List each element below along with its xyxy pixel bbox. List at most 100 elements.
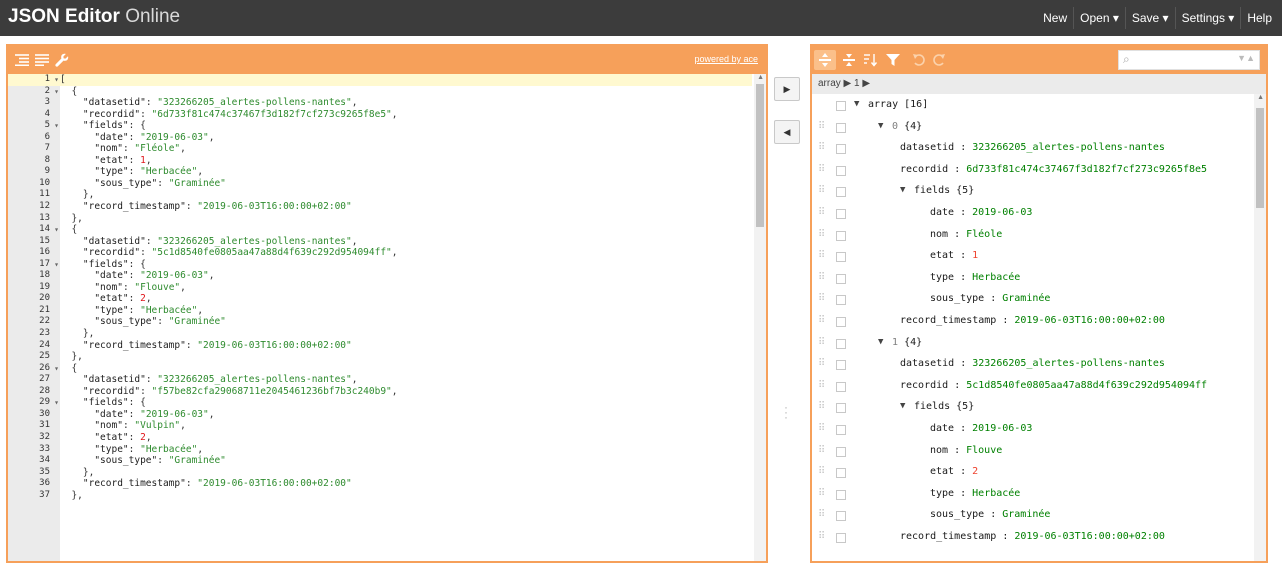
- node-value[interactable]: Graminée: [1002, 293, 1050, 304]
- drag-handle-icon[interactable]: ⠿: [818, 526, 825, 548]
- node-key[interactable]: datasetid: [900, 358, 954, 369]
- filter-icon[interactable]: [882, 50, 904, 70]
- node-key[interactable]: etat: [930, 250, 954, 261]
- tree-node-content[interactable]: type : Herbacée: [930, 267, 1020, 289]
- node-value[interactable]: {4}: [904, 121, 922, 132]
- tree-node-row[interactable]: ⠿ nom : Fléole: [812, 224, 1252, 246]
- code-line[interactable]: },: [60, 467, 752, 479]
- code-line[interactable]: "datasetid": "323266205_alertes-pollens-…: [60, 374, 752, 386]
- fold-toggle-icon[interactable]: ▾: [54, 397, 59, 409]
- help-button[interactable]: Help: [1240, 7, 1278, 29]
- scroll-up-arrow-icon[interactable]: ▲: [1257, 94, 1264, 101]
- fold-toggle-icon[interactable]: ▾: [54, 120, 59, 132]
- expand-toggle-icon[interactable]: ▼: [900, 180, 905, 202]
- new-button[interactable]: New: [1037, 7, 1073, 29]
- node-value[interactable]: 1: [972, 250, 978, 261]
- tree-node-row[interactable]: ⠿ date : 2019-06-03: [812, 202, 1252, 224]
- node-value[interactable]: 2019-06-03T16:00:00+02:00: [1014, 531, 1165, 542]
- node-key[interactable]: record_timestamp: [900, 531, 996, 542]
- node-key[interactable]: array: [868, 99, 898, 110]
- code-line[interactable]: "sous_type": "Graminée": [60, 455, 752, 467]
- context-menu-icon[interactable]: [836, 533, 846, 543]
- code-line[interactable]: "fields": {: [60, 259, 752, 271]
- tree-node-row[interactable]: ⠿ ▼ 1 {4}: [812, 332, 1252, 354]
- collapse-all-icon[interactable]: [838, 50, 860, 70]
- drag-handle-icon[interactable]: ⠿: [818, 418, 825, 440]
- code-line[interactable]: },: [60, 213, 752, 225]
- drag-handle-icon[interactable]: ⠿: [818, 483, 825, 505]
- code-line[interactable]: "record_timestamp": "2019-06-03T16:00:00…: [60, 340, 752, 352]
- fold-toggle-icon[interactable]: ▾: [54, 363, 59, 375]
- node-key[interactable]: nom: [930, 229, 948, 240]
- drag-handle-icon[interactable]: ⠿: [818, 137, 825, 159]
- tree-node-content[interactable]: etat : 2: [930, 461, 978, 483]
- code-line[interactable]: [: [60, 74, 752, 86]
- node-value[interactable]: 323266205_alertes-pollens-nantes: [972, 358, 1165, 369]
- context-menu-icon[interactable]: [836, 338, 846, 349]
- context-menu-icon[interactable]: [836, 122, 846, 133]
- code-line[interactable]: "etat": 2,: [60, 293, 752, 305]
- node-key[interactable]: datasetid: [900, 142, 954, 153]
- code-line[interactable]: "fields": {: [60, 120, 752, 132]
- expand-all-icon[interactable]: [814, 50, 836, 70]
- code-line[interactable]: "recordid": "5c1d8540fe0805aa47a88d4f639…: [60, 247, 752, 259]
- tree-node-content[interactable]: 1 {4}: [892, 332, 922, 354]
- context-menu-icon[interactable]: [836, 511, 846, 522]
- tree-node-row[interactable]: ⠿ datasetid : 323266205_alertes-pollens-n…: [812, 353, 1252, 375]
- node-key[interactable]: date: [930, 207, 954, 218]
- context-menu-icon[interactable]: [836, 209, 846, 219]
- node-value[interactable]: {4}: [904, 337, 922, 348]
- search-next-prev-icon[interactable]: ▼▲: [1237, 53, 1255, 63]
- expand-toggle-icon[interactable]: ▼: [878, 332, 883, 354]
- drag-handle-icon[interactable]: ⠿: [818, 504, 825, 526]
- tree-node-row[interactable]: ⠿ etat : 2: [812, 461, 1252, 483]
- context-menu-icon[interactable]: [836, 425, 846, 435]
- code-line[interactable]: "record_timestamp": "2019-06-03T16:00:00…: [60, 201, 752, 213]
- tree-node-content[interactable]: fields {5}: [914, 396, 974, 418]
- drag-handle-icon[interactable]: ⠿: [818, 375, 825, 397]
- node-value[interactable]: 2019-06-03T16:00:00+02:00: [1014, 315, 1165, 326]
- code-line[interactable]: {: [60, 224, 752, 236]
- drag-handle-icon[interactable]: ⠿: [818, 288, 825, 310]
- node-key[interactable]: type: [930, 488, 954, 499]
- redo-icon[interactable]: [928, 50, 950, 70]
- node-value[interactable]: Herbacée: [972, 272, 1020, 283]
- tree-node-content[interactable]: recordid : 5c1d8540fe0805aa47a88d4f639c2…: [900, 375, 1207, 397]
- code-line[interactable]: {: [60, 86, 752, 98]
- tree-node-row[interactable]: ⠿ sous_type : Graminée: [812, 288, 1252, 310]
- tree-node-row[interactable]: ⠿ nom : Flouve: [812, 440, 1252, 462]
- expand-toggle-icon[interactable]: ▼: [878, 116, 883, 138]
- drag-handle-icon[interactable]: ⠿: [818, 440, 825, 462]
- breadcrumb[interactable]: array ▶ 1 ▶: [812, 74, 1266, 94]
- tree-node-row[interactable]: ⠿ ▼ fields {5}: [812, 180, 1252, 202]
- code-line[interactable]: },: [60, 351, 752, 363]
- tree-node-content[interactable]: recordid : 6d733f81c474c37467f3d182f7cf2…: [900, 159, 1207, 181]
- node-value[interactable]: 2: [972, 466, 978, 477]
- sort-icon[interactable]: [860, 50, 882, 70]
- tree-node-content[interactable]: nom : Flouve: [930, 440, 1002, 462]
- code-line[interactable]: "etat": 2,: [60, 432, 752, 444]
- tree-scrollbar-thumb[interactable]: [1256, 108, 1264, 208]
- tree-node-content[interactable]: array [16]: [868, 94, 928, 116]
- scroll-up-arrow-icon[interactable]: ▲: [757, 74, 764, 81]
- node-value[interactable]: {5}: [956, 401, 974, 412]
- node-value[interactable]: Herbacée: [972, 488, 1020, 499]
- code-line[interactable]: {: [60, 363, 752, 375]
- code-line[interactable]: },: [60, 189, 752, 201]
- panel-splitter-handle[interactable]: · · ·: [784, 401, 788, 423]
- tree-node-row[interactable]: ⠿ ▼ fields {5}: [812, 396, 1252, 418]
- drag-handle-icon[interactable]: ⠿: [818, 267, 825, 289]
- code-scrollbar[interactable]: ▲: [754, 74, 766, 561]
- context-menu-icon[interactable]: [836, 446, 846, 457]
- code-line[interactable]: "type": "Herbacée",: [60, 444, 752, 456]
- tree-node-row[interactable]: ▼ array [16]: [812, 94, 1252, 116]
- drag-handle-icon[interactable]: ⠿: [818, 116, 825, 138]
- save-menu-button[interactable]: Save ▾: [1124, 7, 1175, 29]
- repair-icon[interactable]: [52, 50, 72, 70]
- undo-icon[interactable]: [908, 50, 930, 70]
- tree-node-row[interactable]: ⠿ sous_type : Graminée: [812, 504, 1252, 526]
- node-key[interactable]: etat: [930, 466, 954, 477]
- node-key[interactable]: record_timestamp: [900, 315, 996, 326]
- node-key[interactable]: fields: [914, 401, 950, 412]
- tree-node-content[interactable]: datasetid : 323266205_alertes-pollens-na…: [900, 137, 1165, 159]
